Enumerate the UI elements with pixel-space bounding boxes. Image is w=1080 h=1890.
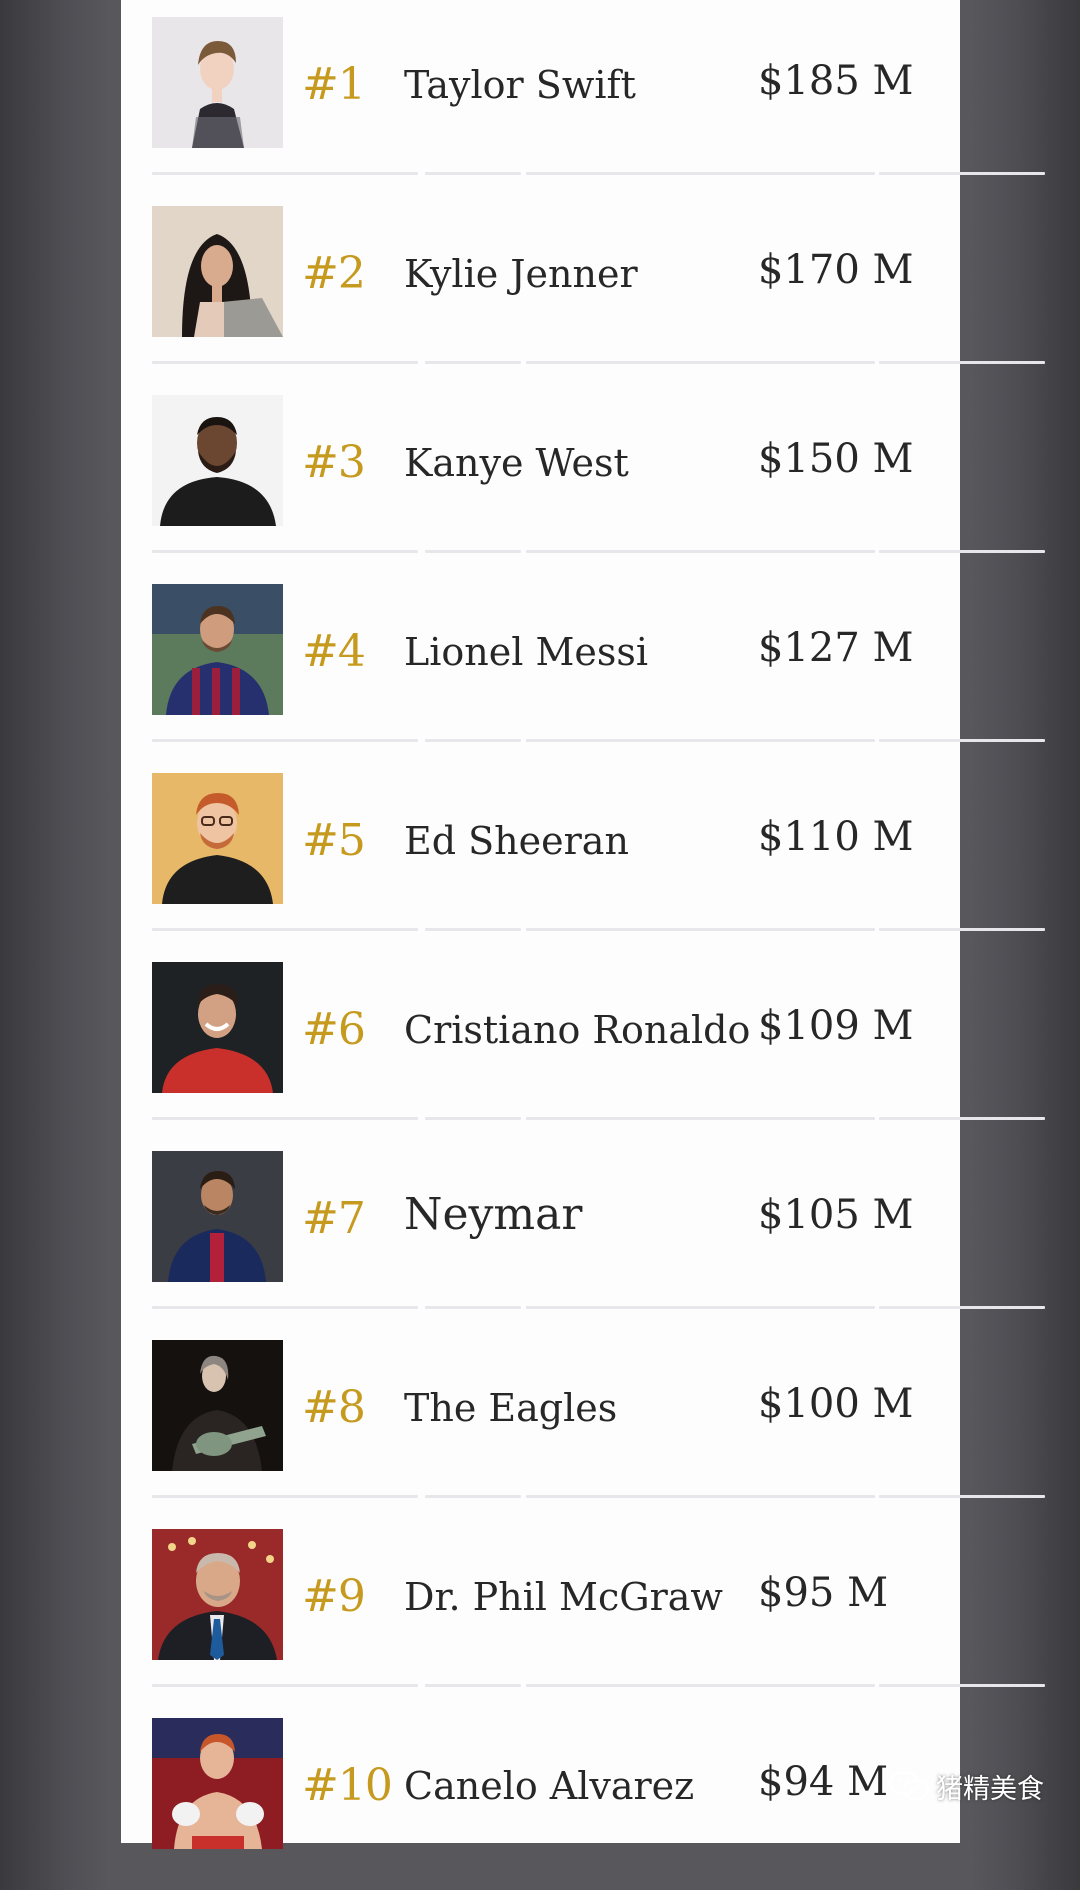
row-divider xyxy=(526,361,875,364)
row-divider xyxy=(152,1306,418,1309)
source-watermark: 猪精美食 xyxy=(888,1764,1044,1808)
row-divider xyxy=(425,550,521,553)
rank-number: #3 xyxy=(302,437,366,488)
celebrity-photo xyxy=(152,395,283,526)
row-divider xyxy=(152,928,418,931)
celebrity-photo xyxy=(152,17,283,148)
row-divider xyxy=(526,172,875,175)
row-divider xyxy=(879,739,1045,742)
rank-number: #10 xyxy=(302,1760,393,1811)
rank-number: #6 xyxy=(302,1004,366,1055)
celebrity-name: Dr. Phil McGraw xyxy=(404,1575,723,1619)
row-divider xyxy=(526,928,875,931)
earnings-amount: $170 M xyxy=(758,247,914,293)
row-divider xyxy=(425,739,521,742)
row-divider xyxy=(425,1306,521,1309)
row-divider xyxy=(425,172,521,175)
row-divider xyxy=(879,1495,1045,1498)
row-divider xyxy=(526,1684,875,1687)
row-divider xyxy=(152,1684,418,1687)
celebrity-photo xyxy=(152,584,283,715)
list-item[interactable]: #2 Kylie Jenner $170 M xyxy=(121,189,960,378)
celebrity-photo xyxy=(152,1718,283,1849)
earnings-amount: $95 M xyxy=(758,1570,889,1616)
celebrity-photo xyxy=(152,1529,283,1660)
row-divider xyxy=(526,739,875,742)
celebrity-name: Lionel Messi xyxy=(404,630,649,674)
celebrity-name: Taylor Swift xyxy=(404,63,636,107)
celebrity-name: Neymar xyxy=(404,1189,583,1240)
rank-number: #7 xyxy=(302,1193,366,1244)
rank-number: #9 xyxy=(302,1571,366,1622)
celebrity-photo xyxy=(152,206,283,337)
wechat-icon xyxy=(889,1771,929,1801)
row-divider xyxy=(526,1117,875,1120)
list-item[interactable]: #6 Cristiano Ronaldo $109 M xyxy=(121,945,960,1134)
celebrity-name: Kanye West xyxy=(404,441,629,485)
earnings-amount: $100 M xyxy=(758,1381,914,1427)
watermark-text: 猪精美食 xyxy=(936,1773,1044,1805)
earnings-amount: $127 M xyxy=(758,625,914,671)
row-divider xyxy=(152,361,418,364)
row-divider xyxy=(879,1684,1045,1687)
row-divider xyxy=(152,550,418,553)
list-item[interactable]: #9 Dr. Phil McGraw $95 M xyxy=(121,1512,960,1701)
celebrity-name: Canelo Alvarez xyxy=(404,1764,695,1808)
row-divider xyxy=(879,361,1045,364)
list-item[interactable]: #10 Canelo Alvarez $94 M xyxy=(121,1701,960,1890)
earnings-amount: $94 M xyxy=(758,1759,889,1805)
celebrity-name: Cristiano Ronaldo xyxy=(404,1008,751,1052)
earnings-amount: $185 M xyxy=(758,58,914,104)
list-item[interactable]: #7 Neymar $105 M xyxy=(121,1134,960,1323)
earnings-amount: $110 M xyxy=(758,814,914,860)
list-item[interactable]: #3 Kanye West $150 M xyxy=(121,378,960,567)
earnings-amount: $105 M xyxy=(758,1192,914,1238)
celebrity-photo xyxy=(152,962,283,1093)
rank-number: #4 xyxy=(302,626,366,677)
row-divider xyxy=(152,1495,418,1498)
row-divider xyxy=(152,739,418,742)
celebrity-photo xyxy=(152,1151,283,1282)
row-divider xyxy=(879,550,1045,553)
row-divider xyxy=(879,928,1045,931)
row-divider xyxy=(879,1306,1045,1309)
rank-number: #2 xyxy=(302,248,366,299)
list-item[interactable]: #4 Lionel Messi $127 M xyxy=(121,567,960,756)
list-item[interactable]: #5 Ed Sheeran $110 M xyxy=(121,756,960,945)
celebrity-name: Ed Sheeran xyxy=(404,819,629,863)
celebrity-photo xyxy=(152,1340,283,1471)
row-divider xyxy=(152,1117,418,1120)
row-divider xyxy=(879,1117,1045,1120)
list-item[interactable]: #8 The Eagles $100 M xyxy=(121,1323,960,1512)
list-item[interactable]: #1 Taylor Swift $185 M xyxy=(121,0,960,189)
row-divider xyxy=(879,172,1045,175)
rank-number: #5 xyxy=(302,815,366,866)
row-divider xyxy=(425,1117,521,1120)
celebrity-name: The Eagles xyxy=(404,1386,618,1430)
row-divider xyxy=(152,172,418,175)
row-divider xyxy=(425,1684,521,1687)
row-divider xyxy=(526,1495,875,1498)
row-divider xyxy=(425,361,521,364)
rank-number: #8 xyxy=(302,1382,366,1433)
earnings-amount: $109 M xyxy=(758,1003,914,1049)
row-divider xyxy=(425,928,521,931)
row-divider xyxy=(425,1495,521,1498)
earnings-amount: $150 M xyxy=(758,436,914,482)
celebrity-photo xyxy=(152,773,283,904)
rank-number: #1 xyxy=(302,59,366,110)
ranking-panel: #1 Taylor Swift $185 M #2 Kylie Jenner $… xyxy=(121,0,1045,1849)
row-divider xyxy=(526,550,875,553)
celebrity-name: Kylie Jenner xyxy=(404,252,638,296)
row-divider xyxy=(526,1306,875,1309)
